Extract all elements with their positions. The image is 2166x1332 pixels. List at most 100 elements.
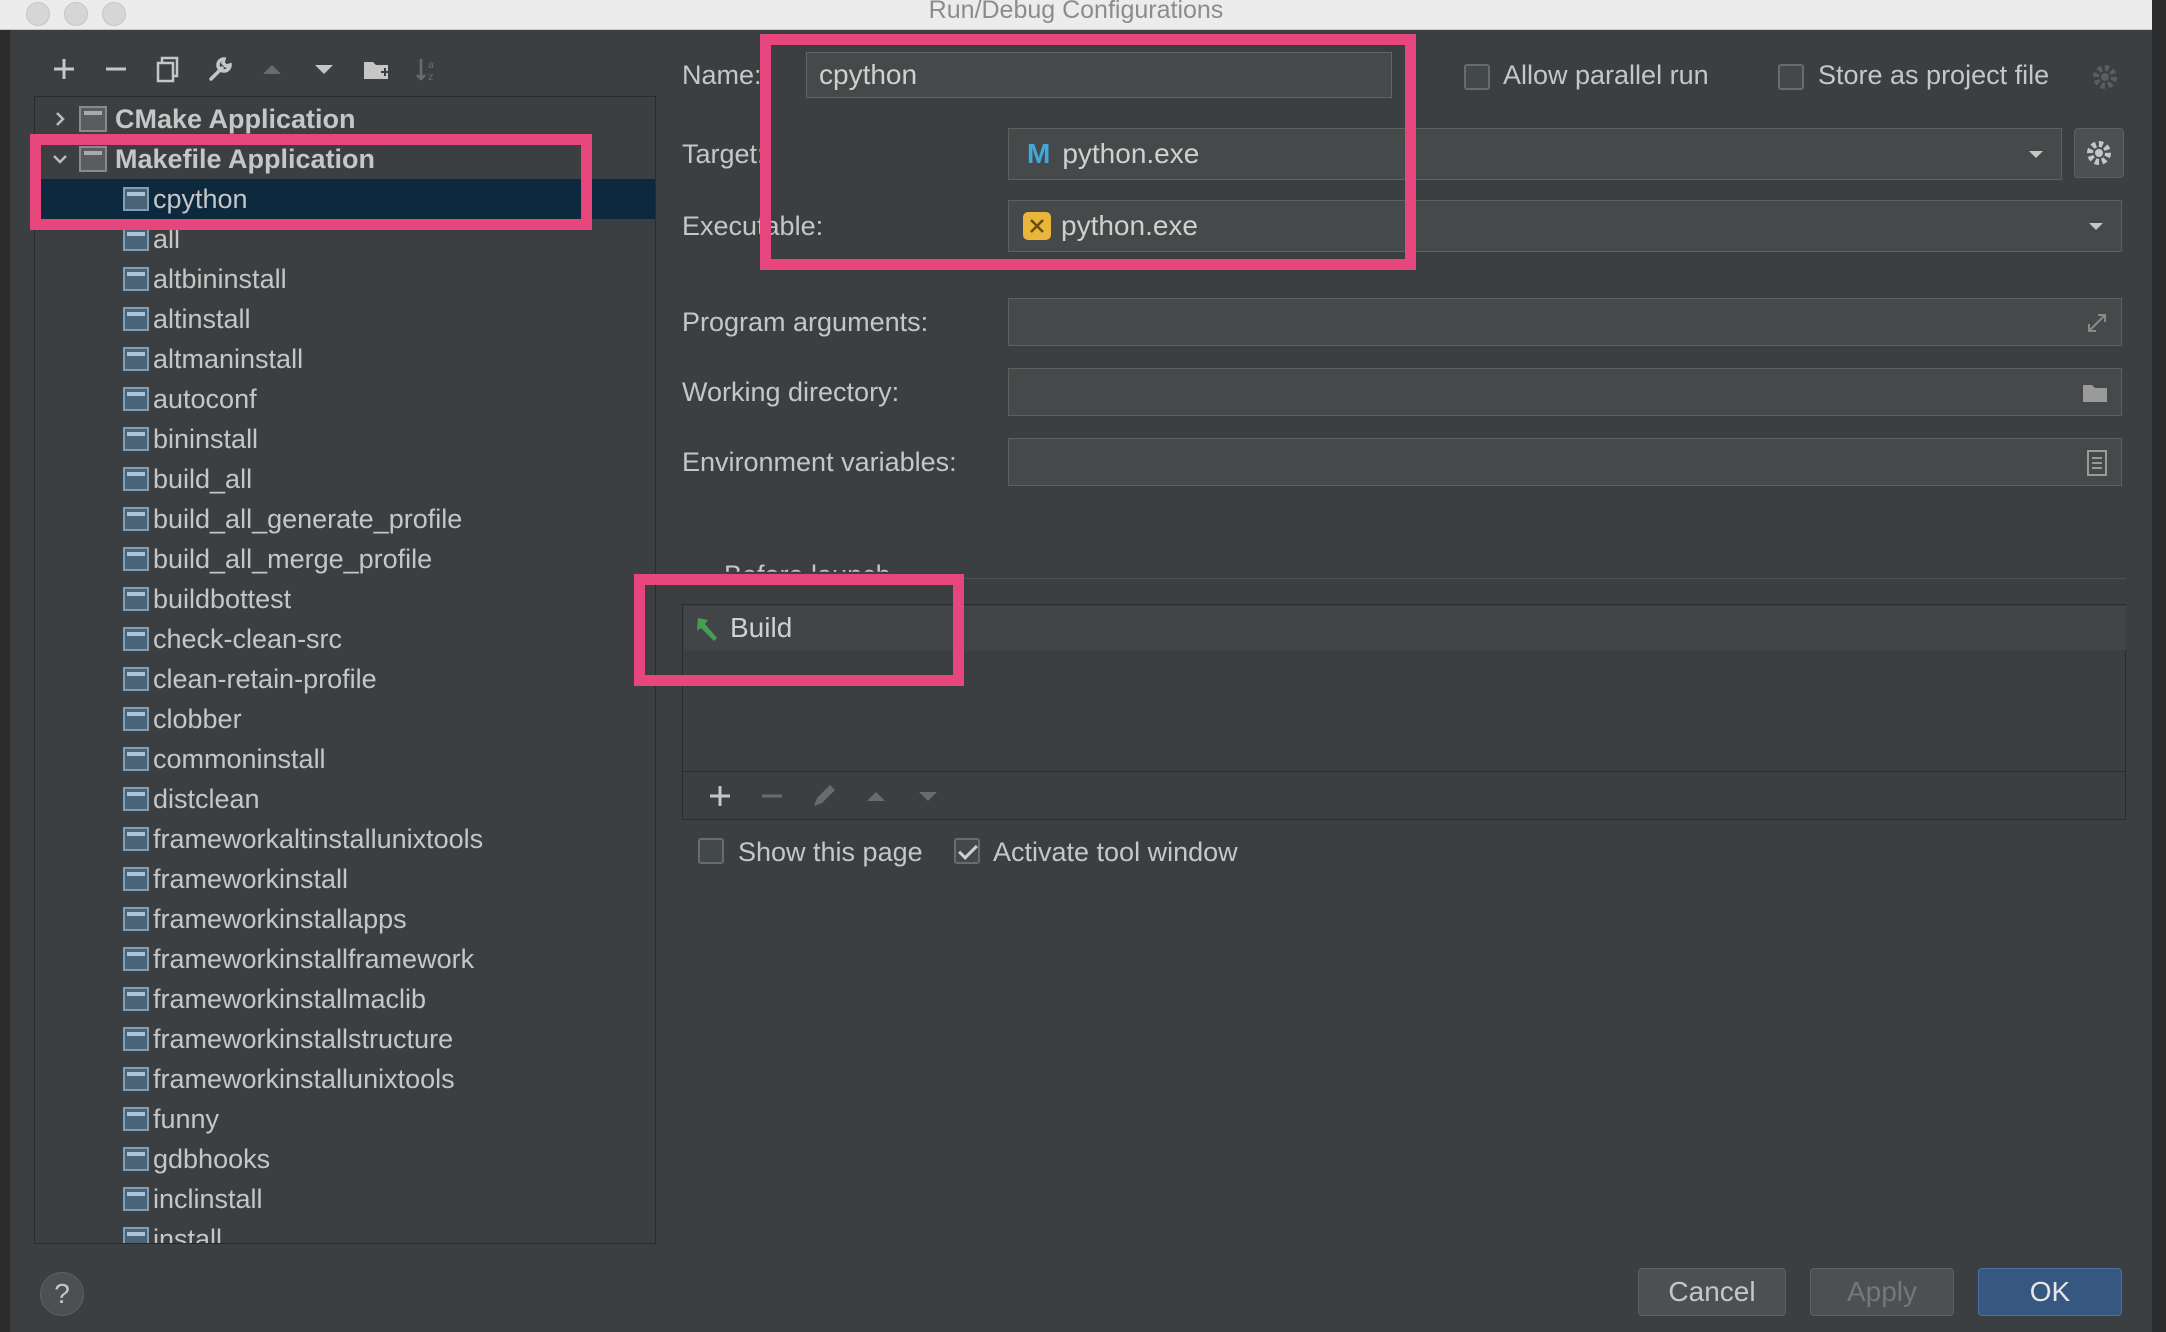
show-page-label: Show this page <box>738 837 923 867</box>
edit-icon[interactable] <box>798 775 850 817</box>
makefile-target-icon <box>123 347 149 371</box>
tree-item[interactable]: clean-retain-profile <box>35 659 655 699</box>
makefile-target-icon <box>123 387 149 411</box>
store-project-label: Store as project file <box>1818 60 2050 90</box>
makefile-target-icon <box>123 987 149 1011</box>
makefile-target-icon <box>123 467 149 491</box>
tree-item-label: inclinstall <box>153 1183 263 1214</box>
before-launch-toolbar <box>684 771 2126 819</box>
program-args-field[interactable] <box>1008 298 2122 346</box>
highlight-box-build <box>634 574 964 686</box>
makefile-target-icon <box>123 427 149 451</box>
tree-item-label: frameworkinstallunixtools <box>153 1063 455 1094</box>
working-dir-field[interactable] <box>1008 368 2122 416</box>
env-vars-field[interactable] <box>1008 438 2122 486</box>
tree-item[interactable]: altmaninstall <box>35 339 655 379</box>
highlight-box-makefile <box>30 134 592 230</box>
chevron-right-icon[interactable] <box>45 104 75 134</box>
tree-item[interactable]: frameworkinstallunixtools <box>35 1059 655 1099</box>
tree-item[interactable]: commoninstall <box>35 739 655 779</box>
tree-item-label: autoconf <box>153 383 257 414</box>
svg-text:a: a <box>428 60 434 71</box>
makefile-target-icon <box>123 1227 149 1243</box>
makefile-target-icon <box>123 507 149 531</box>
apply-button[interactable]: Apply <box>1810 1268 1954 1316</box>
sort-icon[interactable]: az <box>402 48 454 90</box>
makefile-target-icon <box>123 1187 149 1211</box>
background-editor-edge-right <box>2152 0 2166 1332</box>
makefile-target-icon <box>123 787 149 811</box>
tree-item-label: funny <box>153 1103 220 1134</box>
tree-item[interactable]: frameworkaltinstallunixtools <box>35 819 655 859</box>
makefile-target-icon <box>123 267 149 291</box>
move-down-icon[interactable] <box>298 48 350 90</box>
add-icon[interactable] <box>694 775 746 817</box>
allow-parallel-checkbox[interactable] <box>1464 64 1490 90</box>
gear-icon <box>2087 141 2111 165</box>
tree-item[interactable]: inclinstall <box>35 1179 655 1219</box>
tree-item[interactable]: install <box>35 1219 655 1244</box>
tree-item-label: frameworkinstallframework <box>153 943 475 974</box>
remove-icon[interactable] <box>746 775 798 817</box>
tree-item[interactable]: frameworkinstallframework <box>35 939 655 979</box>
tree-item[interactable]: distclean <box>35 779 655 819</box>
expand-icon[interactable] <box>2085 311 2109 335</box>
tree-group-label: CMake Application <box>115 103 356 134</box>
window-titlebar: Run/Debug Configurations <box>0 0 2152 30</box>
configuration-tree[interactable]: CMake Application Makefile Application c… <box>34 96 656 1244</box>
tree-item[interactable]: build_all_generate_profile <box>35 499 655 539</box>
ok-button[interactable]: OK <box>1978 1268 2122 1316</box>
program-args-label: Program arguments: <box>682 307 929 337</box>
tree-item[interactable]: altinstall <box>35 299 655 339</box>
makefile-target-icon <box>123 227 149 251</box>
cancel-button[interactable]: Cancel <box>1638 1268 1786 1316</box>
folder-browse-icon[interactable] <box>2081 381 2109 405</box>
tree-item[interactable]: altbininstall <box>35 259 655 299</box>
tree-item[interactable]: frameworkinstall <box>35 859 655 899</box>
window-title: Run/Debug Configurations <box>928 0 1224 24</box>
tree-item[interactable]: frameworkinstallapps <box>35 899 655 939</box>
move-up-icon[interactable] <box>850 775 902 817</box>
config-toolbar: az <box>38 48 454 90</box>
tree-item[interactable]: funny <box>35 1099 655 1139</box>
cmake-config-icon <box>79 106 107 132</box>
chevron-down-icon <box>2089 223 2103 230</box>
tree-item-label: altbininstall <box>153 263 287 294</box>
tree-item[interactable]: check-clean-src <box>35 619 655 659</box>
env-vars-label: Environment variables: <box>682 447 957 477</box>
target-settings-button[interactable] <box>2074 128 2124 178</box>
tree-item[interactable]: frameworkinstallmaclib <box>35 979 655 1019</box>
tree-item[interactable]: frameworkinstallstructure <box>35 1019 655 1059</box>
makefile-target-icon <box>123 1107 149 1131</box>
show-page-checkbox[interactable] <box>698 838 724 864</box>
move-down-icon[interactable] <box>902 775 954 817</box>
tree-item-label: commoninstall <box>153 743 326 774</box>
wrench-icon[interactable] <box>194 48 246 90</box>
help-button[interactable]: ? <box>40 1272 84 1316</box>
gear-icon[interactable] <box>2090 62 2120 97</box>
makefile-target-icon <box>123 827 149 851</box>
tree-item[interactable]: bininstall <box>35 419 655 459</box>
document-icon[interactable] <box>2085 449 2109 477</box>
makefile-target-icon <box>123 747 149 771</box>
move-up-icon[interactable] <box>246 48 298 90</box>
tree-group-cmake[interactable]: CMake Application <box>35 99 655 139</box>
tree-item[interactable]: autoconf <box>35 379 655 419</box>
tree-item[interactable]: gdbhooks <box>35 1139 655 1179</box>
tree-item[interactable]: build_all <box>35 459 655 499</box>
tree-item-label: install <box>153 1223 223 1244</box>
store-project-checkbox[interactable] <box>1778 64 1804 90</box>
tree-item-label: buildbottest <box>153 583 292 614</box>
makefile-target-icon <box>123 867 149 891</box>
add-icon[interactable] <box>38 48 90 90</box>
remove-icon[interactable] <box>90 48 142 90</box>
tree-item[interactable]: clobber <box>35 699 655 739</box>
tree-item[interactable]: buildbottest <box>35 579 655 619</box>
tree-item[interactable]: build_all_merge_profile <box>35 539 655 579</box>
tree-item-label: altmaninstall <box>153 343 304 374</box>
copy-icon[interactable] <box>142 48 194 90</box>
target-label: Target: <box>682 139 765 169</box>
activate-tool-window-checkbox[interactable] <box>954 838 980 864</box>
folder-icon[interactable] <box>350 48 402 90</box>
tree-item-label: distclean <box>153 783 260 814</box>
